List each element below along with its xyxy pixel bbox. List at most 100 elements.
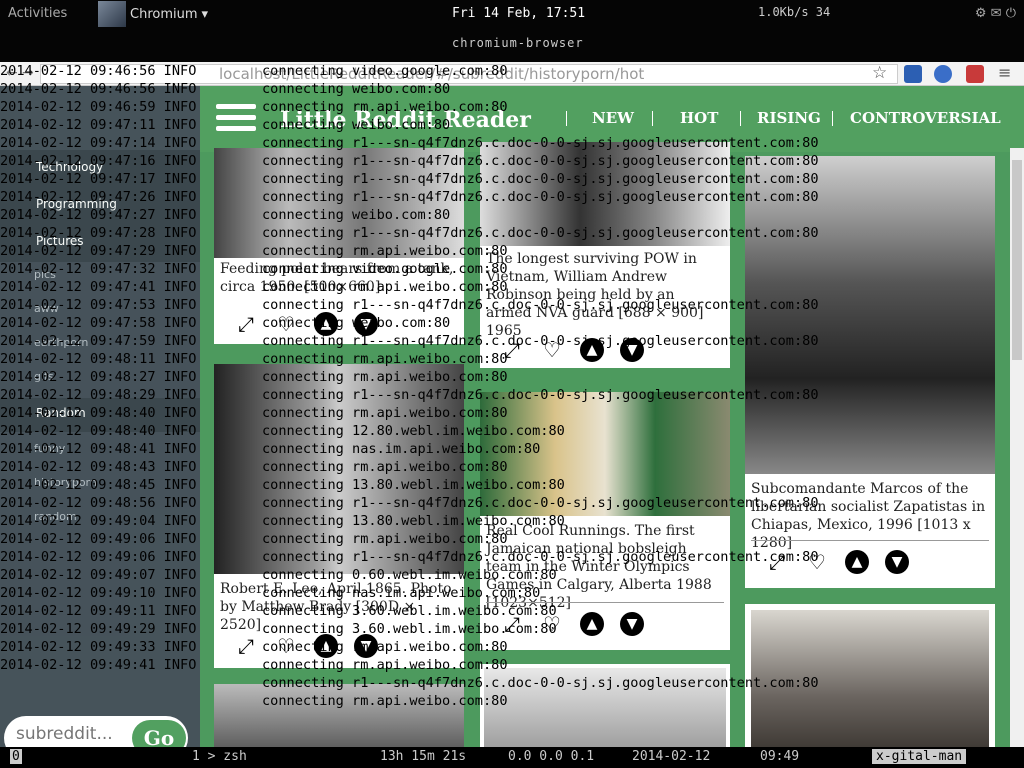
post-caption[interactable]: Subcomandante Marcos of the libertarian …	[751, 480, 989, 552]
activities-label[interactable]: Activities	[8, 6, 67, 21]
divider	[740, 111, 741, 126]
tmux-status-bar: 0 1 > zsh 13h 15m 21s 0.0 0.0 0.1 2014-0…	[0, 747, 1024, 768]
post-image[interactable]	[214, 364, 464, 574]
network-speed: 1.0Kb/s 34	[758, 5, 831, 19]
expand-icon[interactable]: ⤢	[234, 312, 258, 336]
expand-icon[interactable]: ⤢	[765, 550, 789, 574]
sidebar-sub-funny[interactable]: funny	[34, 442, 65, 455]
post-card[interactable]	[214, 684, 464, 747]
divider	[652, 111, 653, 126]
post-actions: ⤢ ♡ ▲ ▼	[765, 550, 909, 574]
tab-hot[interactable]: HOT	[680, 109, 718, 127]
heart-icon[interactable]: ♡	[540, 612, 564, 636]
address-bar-text: localhost/LittleRedditReader/#/subreddit…	[219, 65, 645, 83]
downvote-icon[interactable]: ▼	[354, 634, 378, 658]
pdf-extension-icon[interactable]	[966, 65, 984, 83]
hamburger-menu-icon[interactable]	[216, 104, 256, 132]
user-name: Chromium	[130, 6, 198, 22]
post-image[interactable]	[751, 610, 989, 747]
page-content: Little Reddit Reader NEW HOT RISING CONT…	[0, 86, 1024, 747]
heart-icon[interactable]: ♡	[805, 550, 829, 574]
tmux-uptime: 13h 15m 21s	[380, 749, 467, 764]
clock[interactable]: Fri 14 Feb, 17:51	[452, 6, 585, 21]
post-caption[interactable]: The longest surviving POW in Vietnam, Wi…	[486, 250, 724, 340]
sidebar-sub-historyporn[interactable]: historyporn	[34, 476, 97, 489]
forward-icon[interactable]: →	[22, 65, 34, 81]
extension-icon[interactable]	[904, 65, 922, 83]
post-card[interactable]: Robert E. Lee, April 1865. Photo by Matt…	[214, 364, 464, 668]
sidebar-sub-random[interactable]: random	[34, 510, 77, 523]
sidebar: Technology Programming Pictures pics aww…	[0, 86, 200, 747]
divider	[832, 111, 833, 126]
tmux-host: x-gital-man	[872, 749, 967, 764]
upvote-icon[interactable]: ▲	[580, 612, 604, 636]
downvote-icon[interactable]: ▼	[354, 312, 378, 336]
back-icon[interactable]: ←	[6, 65, 18, 81]
post-actions: ⤢ ♡ ▲ ▼	[500, 338, 644, 362]
downvote-icon[interactable]: ▼	[885, 550, 909, 574]
post-caption[interactable]: Robert E. Lee, April 1865. Photo by Matt…	[220, 580, 458, 634]
user-menu[interactable]: Chromium ▾	[98, 0, 208, 28]
post-image[interactable]	[480, 142, 730, 246]
expand-icon[interactable]: ⤢	[234, 634, 258, 658]
tmux-window-index: 0	[10, 749, 22, 764]
post-image[interactable]	[745, 156, 995, 474]
tmux-time: 09:49	[760, 749, 800, 764]
tmux-date: 2014-02-12	[632, 749, 711, 764]
heart-icon[interactable]: ♡	[540, 338, 564, 362]
system-top-bar: Activities Chromium ▾ Fri 14 Feb, 17:51 1…	[0, 0, 1024, 62]
expand-icon[interactable]: ⤢	[500, 338, 524, 362]
sidebar-sub-gifs[interactable]: gifs	[34, 370, 54, 383]
post-card[interactable]: Subcomandante Marcos of the libertarian …	[745, 156, 995, 588]
system-tray[interactable]: ⚙ ✉ ⏻	[975, 6, 1016, 21]
post-image[interactable]	[214, 148, 464, 258]
site-title[interactable]: Little Reddit Reader	[280, 107, 531, 133]
browser-menu-icon[interactable]: ≡	[998, 63, 1011, 82]
tmux-shell: 1 > zsh	[192, 749, 247, 764]
chevron-down-icon: ▾	[201, 6, 209, 22]
go-button[interactable]: Go	[132, 720, 186, 747]
post-card[interactable]: The longest surviving POW in Vietnam, Wi…	[480, 142, 730, 368]
user-avatar	[98, 1, 126, 27]
sidebar-item-pictures[interactable]: Pictures	[36, 234, 84, 248]
post-card[interactable]	[745, 604, 995, 747]
upvote-icon[interactable]: ▲	[314, 634, 338, 658]
tmux-load: 0.0 0.0 0.1	[508, 749, 595, 764]
tab-controversial[interactable]: CONTROVERSIAL	[850, 109, 1001, 127]
upvote-icon[interactable]: ▲	[845, 550, 869, 574]
downvote-icon[interactable]: ▼	[620, 612, 644, 636]
scrollbar[interactable]	[1010, 148, 1024, 747]
post-caption[interactable]: Feeding polar bears from a tank, circa 1…	[220, 260, 458, 296]
sidebar-sub-pics[interactable]: pics	[34, 268, 56, 281]
globe-icon[interactable]	[934, 65, 952, 83]
sidebar-item-technology[interactable]: Technology	[36, 160, 103, 174]
tab-new[interactable]: NEW	[592, 109, 634, 127]
post-card[interactable]: Real Cool Runnings. The first Jamaican n…	[480, 392, 730, 650]
bookmark-star-icon[interactable]: ☆	[872, 63, 887, 83]
divider	[486, 602, 724, 603]
sidebar-sub-earthporn[interactable]: earthporn	[34, 336, 88, 349]
tab-rising[interactable]: RISING	[757, 109, 821, 127]
sidebar-item-programming[interactable]: Programming	[36, 197, 117, 211]
post-card[interactable]: Feeding polar bears from a tank, circa 1…	[214, 148, 464, 344]
expand-icon[interactable]: ⤢	[500, 612, 524, 636]
divider	[566, 111, 567, 126]
heart-icon[interactable]: ♡	[274, 312, 298, 336]
heart-icon[interactable]: ♡	[274, 634, 298, 658]
upvote-icon[interactable]: ▲	[314, 312, 338, 336]
post-image[interactable]	[214, 684, 464, 747]
post-caption[interactable]: Real Cool Runnings. The first Jamaican n…	[486, 522, 724, 612]
sidebar-item-random[interactable]: Random	[36, 406, 86, 420]
address-bar[interactable]: localhost/LittleRedditReader/#/subreddit…	[40, 64, 898, 84]
scrollbar-thumb[interactable]	[1012, 160, 1022, 360]
downvote-icon[interactable]: ▼	[620, 338, 644, 362]
upvote-icon[interactable]: ▲	[580, 338, 604, 362]
post-image[interactable]	[484, 668, 726, 747]
post-card[interactable]	[480, 664, 730, 747]
post-actions: ⤢ ♡ ▲ ▼	[500, 612, 644, 636]
divider	[751, 540, 989, 541]
sidebar-highlight	[0, 398, 200, 432]
subreddit-input[interactable]	[16, 724, 126, 744]
sidebar-sub-aww[interactable]: aww	[34, 302, 59, 315]
post-image[interactable]	[480, 392, 730, 516]
